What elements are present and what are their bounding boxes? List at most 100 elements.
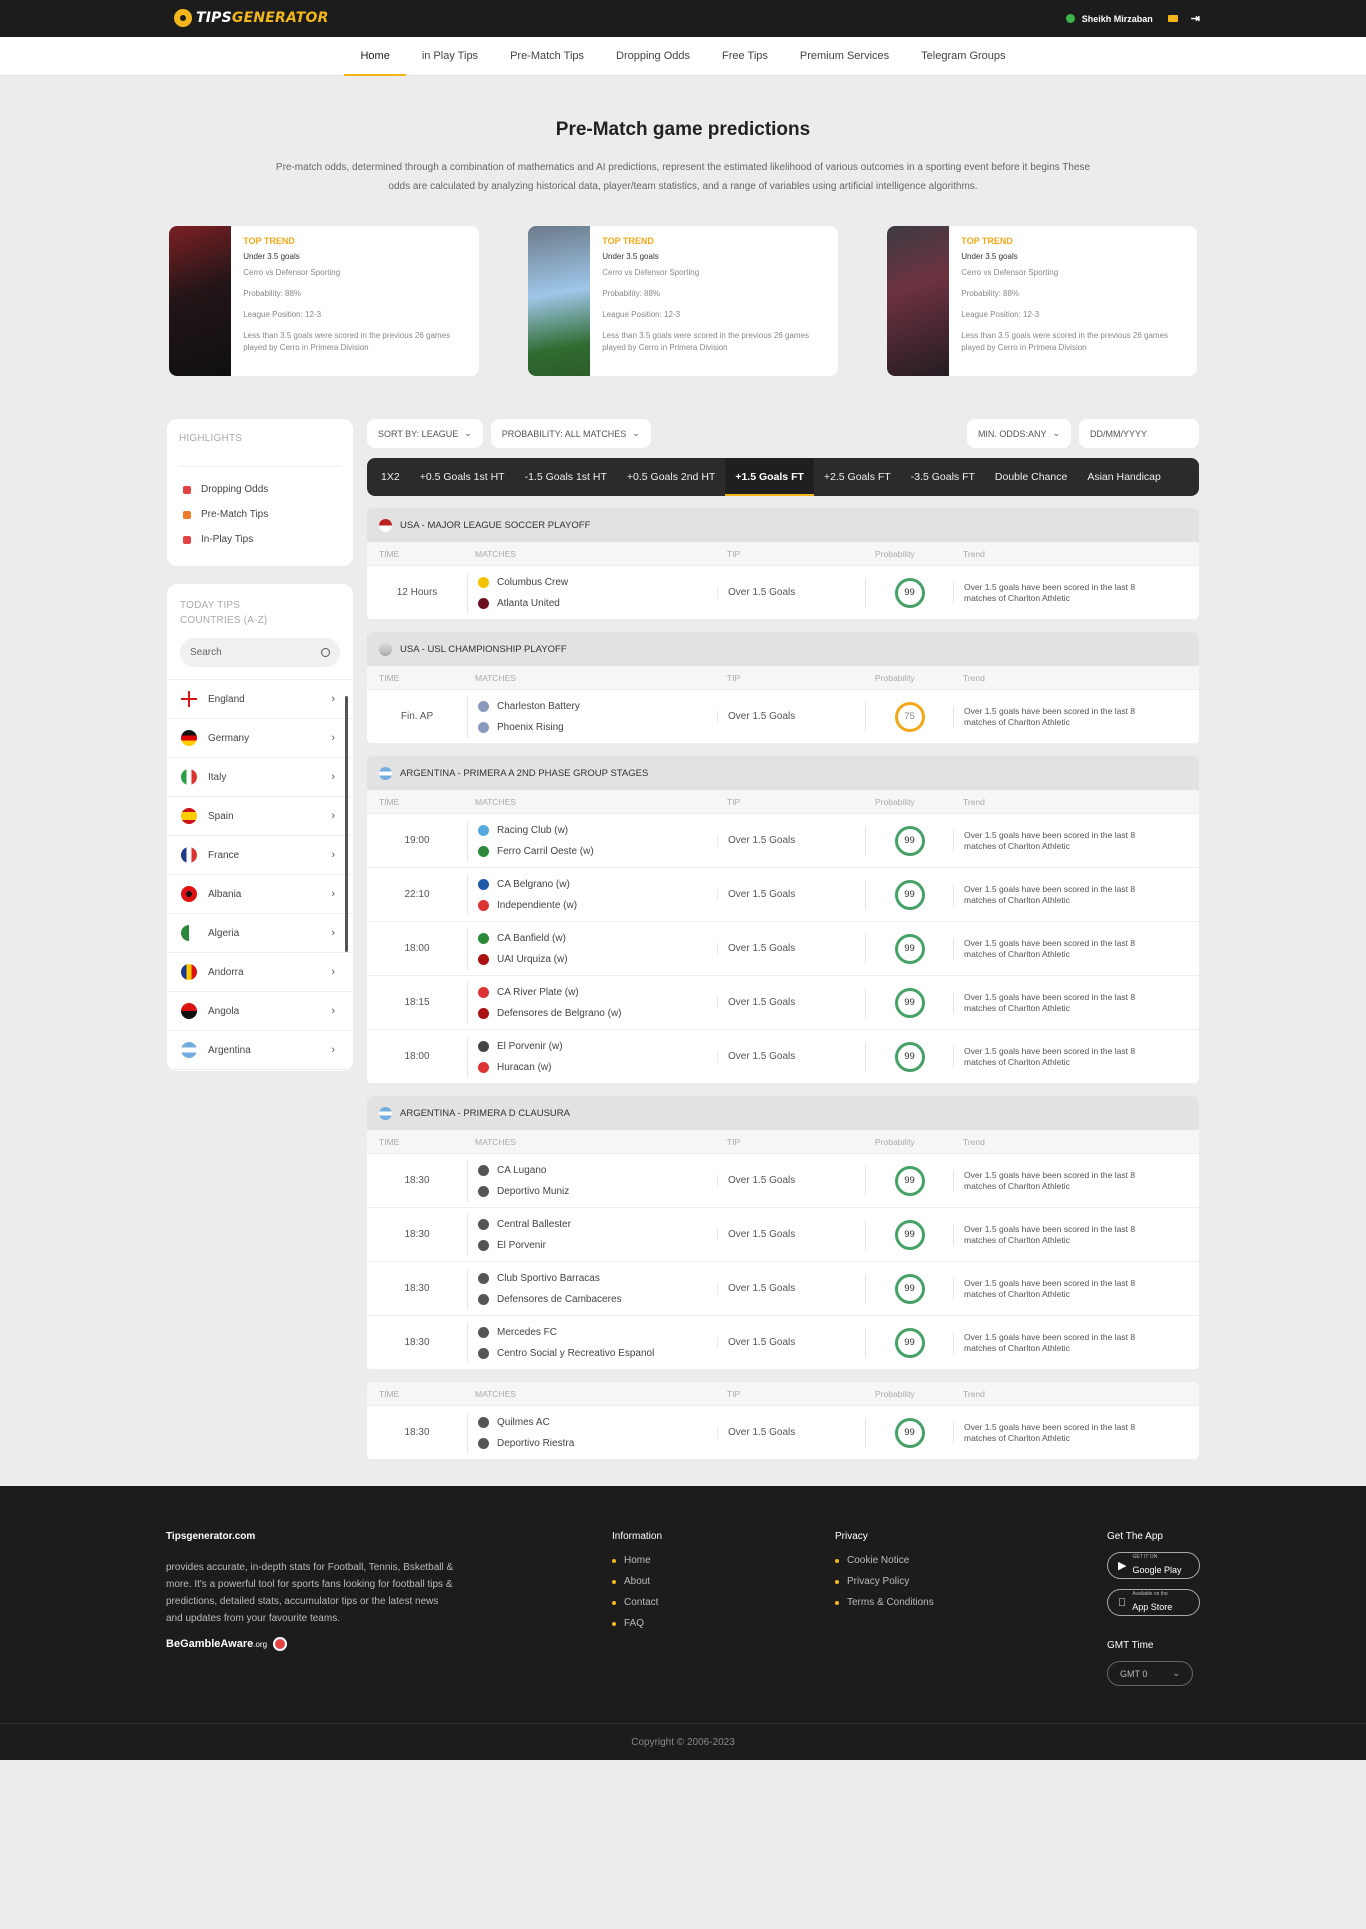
sort-dropdown[interactable]: SORT BY: LEAGUE ⌄ [367, 419, 483, 448]
country-list-scrollbar[interactable] [345, 696, 348, 952]
match-row[interactable]: 18:00 El Porvenir (w) Huracan (w) Over 1.5 … [367, 1030, 1199, 1084]
tab-2-5-goals-ft[interactable]: +2.5 Goals FT [814, 458, 901, 496]
match-row[interactable]: 18:30 Mercedes FC Centro Social y Recreati… [367, 1316, 1199, 1370]
nav-telegram-groups[interactable]: Telegram Groups [905, 37, 1021, 76]
match-row[interactable]: 18:30 Quilmes AC Deportivo Riestra Over 1.5… [367, 1406, 1199, 1460]
match-row[interactable]: 22:10 CA Belgrano (w) Independiente (w) Ove… [367, 868, 1199, 922]
country-item-angola[interactable]: Angola › [167, 992, 353, 1031]
search-icon[interactable] [321, 648, 330, 657]
match-row[interactable]: Fin. AP Charleston Battery Phoenix Rising O… [367, 690, 1199, 744]
team-away[interactable]: Ferro Carril Oeste (w) [478, 841, 709, 862]
team-home[interactable]: El Porvenir (w) [478, 1036, 709, 1057]
team-away[interactable]: Defensores de Belgrano (w) [478, 1003, 709, 1024]
mail-icon[interactable] [1167, 15, 1178, 22]
flag-england-icon [181, 691, 197, 707]
team-away[interactable]: Independiente (w) [478, 895, 709, 916]
highlight-pre-match-tips[interactable]: Pre-Match Tips [179, 502, 341, 527]
team-away[interactable]: Defensores de Cambaceres [478, 1289, 709, 1310]
apple-icon:  [1118, 1597, 1126, 1609]
team-home[interactable]: Club Sportivo Barracas [478, 1268, 709, 1289]
league-header[interactable]: ARGENTINA - PRIMERA A 2ND PHASE GROUP ST… [367, 756, 1199, 790]
team-home[interactable]: Columbus Crew [478, 572, 709, 593]
tab-0-5-goals-2nd-ht[interactable]: +0.5 Goals 2nd HT [617, 458, 725, 496]
trend-card[interactable]: TOP TREND Under 3.5 goals Cerro vs Defenso… [169, 226, 479, 376]
country-item-albania[interactable]: Albania › [167, 875, 353, 914]
team-home[interactable]: CA River Plate (w) [478, 982, 709, 1003]
date-input[interactable]: DD/MM/YYYY [1079, 419, 1199, 448]
nav-free-tips[interactable]: Free Tips [706, 37, 784, 76]
match-row[interactable]: 12 Hours Columbus Crew Atlanta United Over … [367, 566, 1199, 620]
tab-asian-handicap[interactable]: Asian Handicap [1077, 458, 1171, 496]
country-item-italy[interactable]: Italy › [167, 758, 353, 797]
footer-link-privacy-policy[interactable]: Privacy Policy [835, 1571, 934, 1592]
match-row[interactable]: 18:30 Club Sportivo Barracas Defensores de… [367, 1262, 1199, 1316]
team-home[interactable]: CA Belgrano (w) [478, 874, 709, 895]
team-away[interactable]: Phoenix Rising [478, 717, 709, 738]
col-matches: MATCHES [475, 796, 516, 807]
country-item-spain[interactable]: Spain › [167, 797, 353, 836]
footer-link-cookie-notice[interactable]: Cookie Notice [835, 1550, 934, 1571]
team-crest-icon [478, 1185, 489, 1197]
tab-1-5-goals-1st-ht[interactable]: -1.5 Goals 1st HT [515, 458, 617, 496]
footer-link-home[interactable]: Home [612, 1550, 662, 1571]
country-item-france[interactable]: France › [167, 836, 353, 875]
trend-card[interactable]: TOP TREND Under 3.5 goals Cerro vs Defenso… [528, 226, 838, 376]
match-row[interactable]: 18:15 CA River Plate (w) Defensores de Bel… [367, 976, 1199, 1030]
tab-1x2[interactable]: 1X2 [371, 458, 410, 496]
highlight-dropping-odds[interactable]: Dropping Odds [179, 477, 341, 502]
tab-1-5-goals-ft[interactable]: +1.5 Goals FT [725, 458, 814, 496]
match-row[interactable]: 18:30 Central Ballester El Porvenir Over 1.… [367, 1208, 1199, 1262]
highlight-in-play-tips[interactable]: In-Play Tips [179, 527, 341, 552]
tab-double-chance[interactable]: Double Chance [985, 458, 1077, 496]
league-header[interactable]: USA - MAJOR LEAGUE SOCCER PLAYOFF [367, 508, 1199, 542]
team-away[interactable]: El Porvenir [478, 1235, 709, 1256]
nav-premium-services[interactable]: Premium Services [784, 37, 905, 76]
country-item-england[interactable]: England › [167, 680, 353, 719]
nav-dropping-odds[interactable]: Dropping Odds [600, 37, 706, 76]
tab-0-5-goals-1st-ht[interactable]: +0.5 Goals 1st HT [410, 458, 515, 496]
col-trend: Trend [963, 796, 985, 807]
team-home[interactable]: Quilmes AC [478, 1412, 709, 1433]
team-away[interactable]: Atlanta United [478, 593, 709, 614]
begambleaware-logo[interactable]: BeGambleAware.org [166, 1637, 456, 1651]
match-row[interactable]: 18:30 CA Lugano Deportivo Muniz Over 1.5 Go… [367, 1154, 1199, 1208]
league-header[interactable]: USA - USL CHAMPIONSHIP PLAYOFF [367, 632, 1199, 666]
country-item-germany[interactable]: Germany › [167, 719, 353, 758]
footer-link-faq[interactable]: FAQ [612, 1613, 662, 1634]
team-away[interactable]: Centro Social y Recreativo Espanol [478, 1343, 709, 1364]
team-away[interactable]: Deportivo Riestra [478, 1433, 709, 1454]
logout-icon[interactable]: ⇥ [1191, 12, 1200, 25]
team-home[interactable]: Racing Club (w) [478, 820, 709, 841]
team-home[interactable]: CA Banfield (w) [478, 928, 709, 949]
min-odds-dropdown[interactable]: MIN. ODDS:ANY ⌄ [966, 419, 1071, 448]
team-away[interactable]: UAI Urquiza (w) [478, 949, 709, 970]
footer-link-about[interactable]: About [612, 1571, 662, 1592]
google-play-button[interactable]: ▶ GET IT ON Google Play [1107, 1552, 1200, 1579]
team-home[interactable]: Charleston Battery [478, 696, 709, 717]
probability-dropdown[interactable]: PROBABILITY: ALL MATCHES ⌄ [490, 419, 651, 448]
footer-link-terms-conditions[interactable]: Terms & Conditions [835, 1592, 934, 1613]
team-away[interactable]: Deportivo Muniz [478, 1181, 709, 1202]
gmt-select[interactable]: GMT 0 ⌄ [1107, 1661, 1193, 1686]
tab-3-5-goals-ft[interactable]: -3.5 Goals FT [901, 458, 985, 496]
league-header[interactable]: ARGENTINA - PRIMERA D CLAUSURA [367, 1096, 1199, 1130]
match-row[interactable]: 18:00 CA Banfield (w) UAI Urquiza (w) Over … [367, 922, 1199, 976]
app-store-button[interactable]:  Available on the App Store [1107, 1589, 1200, 1616]
footer-link-contact[interactable]: Contact [612, 1592, 662, 1613]
team-home[interactable]: Central Ballester [478, 1214, 709, 1235]
country-item-algeria[interactable]: Algeria › [167, 914, 353, 953]
country-item-argentina[interactable]: Argentina › [167, 1031, 353, 1070]
user-name[interactable]: Sheikh Mirzaban [1082, 14, 1153, 24]
nav-in-play-tips[interactable]: in Play Tips [406, 37, 494, 76]
site-logo[interactable]: TIPSGENERATOR [174, 9, 329, 27]
country-name: Argentina [208, 1044, 251, 1056]
nav-home[interactable]: Home [344, 37, 407, 76]
team-home[interactable]: Mercedes FC [478, 1322, 709, 1343]
team-away[interactable]: Huracan (w) [478, 1057, 709, 1078]
nav-pre-match-tips[interactable]: Pre-Match Tips [494, 37, 600, 76]
team-home[interactable]: CA Lugano [478, 1160, 709, 1181]
match-row[interactable]: 19:00 Racing Club (w) Ferro Carril Oeste (… [367, 814, 1199, 868]
country-item-andorra[interactable]: Andorra › [167, 953, 353, 992]
trend-card[interactable]: TOP TREND Under 3.5 goals Cerro vs Defenso… [887, 226, 1197, 376]
country-search-input[interactable]: Search [180, 638, 340, 667]
